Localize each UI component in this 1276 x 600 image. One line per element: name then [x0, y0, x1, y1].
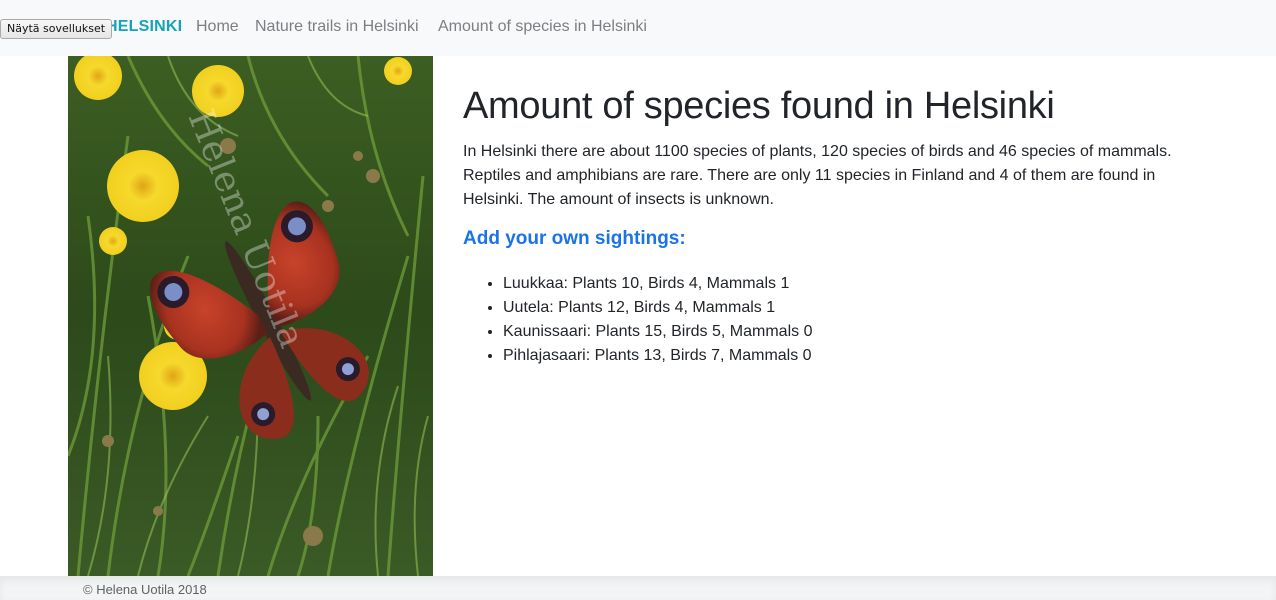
- copyright-text: © Helena Uotila 2018: [83, 582, 207, 597]
- top-navbar: HELSINKI Home Nature trails in Helsinki …: [0, 0, 1276, 56]
- butterfly-photo: Helena Uotila: [68, 56, 433, 576]
- list-item: Luukkaa: Plants 10, Birds 4, Mammals 1: [503, 272, 1253, 296]
- main-content: Amount of species found in Helsinki In H…: [463, 56, 1253, 368]
- show-apps-tooltip-button[interactable]: Näytä sovellukset: [0, 19, 113, 39]
- sightings-list: Luukkaa: Plants 10, Birds 4, Mammals 1 U…: [463, 272, 1253, 368]
- intro-paragraph: In Helsinki there are about 1100 species…: [463, 143, 1172, 208]
- list-item: Uutela: Plants 12, Birds 4, Mammals 1: [503, 296, 1253, 320]
- nav-link-nature-trails[interactable]: Nature trails in Helsinki: [255, 18, 419, 36]
- page-title: Amount of species found in Helsinki: [463, 85, 1055, 127]
- sightings-heading: Add your own sightings:: [463, 228, 686, 249]
- page-footer: © Helena Uotila 2018: [0, 576, 1276, 600]
- nav-link-amount-of-species[interactable]: Amount of species in Helsinki: [438, 18, 647, 36]
- list-item: Pihlajasaari: Plants 13, Birds 7, Mammal…: [503, 344, 1253, 368]
- nav-link-home[interactable]: Home: [196, 18, 239, 36]
- list-item: Kaunissaari: Plants 15, Birds 5, Mammals…: [503, 320, 1253, 344]
- brand-link[interactable]: HELSINKI: [106, 18, 182, 36]
- butterfly-flower-image: Helena Uotila: [68, 56, 433, 576]
